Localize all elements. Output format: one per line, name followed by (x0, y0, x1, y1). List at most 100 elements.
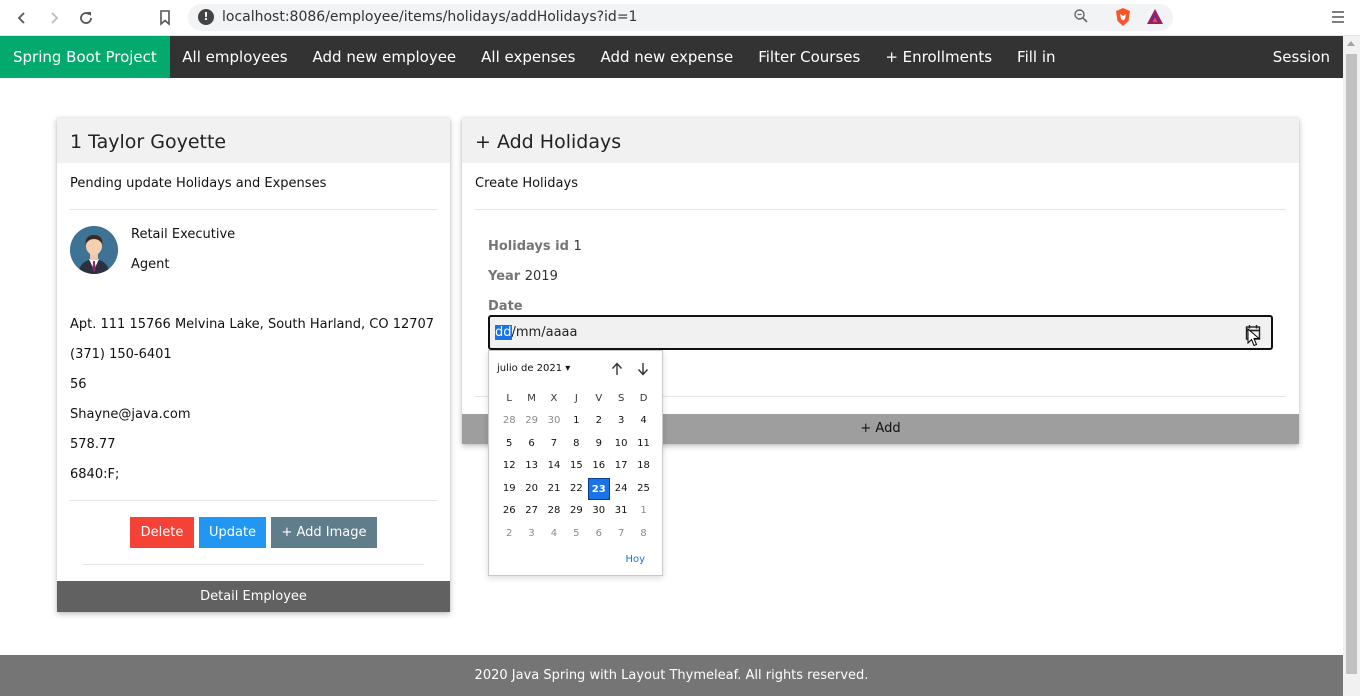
holidays-id-label: Holidays id (488, 239, 569, 254)
weekday-header: D (639, 393, 648, 404)
calendar-day[interactable]: 12 (498, 455, 520, 478)
calendar-day[interactable]: 5 (565, 523, 587, 546)
divider (70, 500, 437, 501)
calendar-day[interactable]: 26 (498, 500, 520, 523)
top-navbar: Spring Boot Project All employees Add ne… (0, 36, 1343, 78)
year-value: 2019 (524, 269, 558, 284)
brand-link[interactable]: Spring Boot Project (0, 36, 170, 78)
scroll-thumb[interactable] (1346, 54, 1357, 674)
nav-all-employees[interactable]: All employees (170, 36, 300, 78)
weekday-header: V (595, 393, 603, 404)
employee-job: Agent (131, 257, 170, 272)
brave-shield-icon[interactable] (1113, 7, 1133, 27)
date-day-segment[interactable]: dd (495, 325, 512, 340)
holidays-subtitle: Create Holidays (475, 176, 578, 191)
calendar-day[interactable]: 30 (543, 410, 565, 433)
calendar-day[interactable]: 28 (498, 410, 520, 433)
nav-enrollments[interactable]: + Enrollments (873, 36, 1005, 78)
calendar-day[interactable]: 9 (588, 433, 610, 456)
calendar-day[interactable]: 30 (588, 500, 610, 523)
calendar-day[interactable]: 28 (543, 500, 565, 523)
add-image-button[interactable]: + Add Image (271, 517, 377, 548)
calendar-day[interactable]: 16 (588, 455, 610, 478)
nav-fill-in[interactable]: Fill in (1005, 36, 1068, 78)
next-month-icon[interactable] (636, 361, 650, 377)
employee-subtitle: Pending update Holidays and Expenses (70, 176, 327, 191)
date-input-text[interactable]: dd/mm/aaaa (495, 325, 577, 340)
calendar-day[interactable]: 14 (543, 455, 565, 478)
today-button[interactable]: Hoy (625, 554, 645, 565)
nav-all-expenses[interactable]: All expenses (469, 36, 588, 78)
calendar-day[interactable]: 27 (520, 500, 542, 523)
menu-icon[interactable] (1330, 8, 1346, 26)
calendar-day[interactable]: 8 (632, 523, 654, 546)
calendar-day[interactable]: 3 (610, 410, 632, 433)
calendar-day[interactable]: 11 (632, 433, 654, 456)
url-text: localhost:8086/employee/items/holidays/a… (222, 9, 638, 25)
employee-phone: (371) 150-6401 (70, 347, 172, 362)
calendar-day[interactable]: 8 (565, 433, 587, 456)
weekday-header: S (617, 393, 625, 404)
employee-salary: 578.77 (70, 437, 116, 452)
calendar-day[interactable]: 5 (498, 433, 520, 456)
month-year-selector[interactable]: julio de 2021 ▾ (497, 363, 570, 374)
nav-filter-courses[interactable]: Filter Courses (746, 36, 873, 78)
calendar-day[interactable]: 21 (543, 478, 565, 501)
calendar-day[interactable]: 18 (632, 455, 654, 478)
calendar-day[interactable]: 4 (632, 410, 654, 433)
calendar-day[interactable]: 6 (588, 523, 610, 546)
previous-month-icon[interactable] (610, 361, 624, 377)
calendar-day[interactable]: 29 (520, 410, 542, 433)
calendar-day[interactable]: 25 (632, 478, 654, 501)
calendar-day[interactable]: 4 (543, 523, 565, 546)
calendar-day[interactable]: 31 (610, 500, 632, 523)
weekday-header: X (550, 393, 558, 404)
calendar-day[interactable]: 2 (588, 410, 610, 433)
detail-employee-button[interactable]: Detail Employee (57, 581, 450, 612)
nav-add-expense[interactable]: Add new expense (588, 36, 746, 78)
delete-button[interactable]: Delete (130, 517, 194, 548)
nav-session[interactable]: Session (1273, 36, 1330, 78)
calendar-day[interactable]: 15 (565, 455, 587, 478)
date-rest-segment[interactable]: /mm/aaaa (512, 325, 578, 340)
holidays-id-field: Holidays id 1 (488, 239, 582, 254)
calendar-day[interactable]: 29 (565, 500, 587, 523)
weekday-header: L (506, 393, 512, 404)
calendar-day[interactable]: 3 (520, 523, 542, 546)
date-input[interactable]: dd/mm/aaaa (488, 315, 1273, 350)
year-field: Year 2019 (488, 269, 558, 284)
bookmark-icon[interactable] (154, 7, 176, 29)
zoom-icon[interactable] (1073, 8, 1091, 26)
scroll-up-icon[interactable] (1347, 41, 1355, 46)
calendar-day[interactable]: 17 (610, 455, 632, 478)
divider (475, 209, 1286, 210)
calendar-day[interactable]: 10 (610, 433, 632, 456)
calendar-day-selected[interactable]: 23 (587, 477, 610, 500)
calendar-day[interactable]: 1 (565, 410, 587, 433)
calendar-day[interactable]: 7 (543, 433, 565, 456)
back-icon[interactable] (11, 7, 33, 29)
rewards-icon[interactable] (1145, 7, 1165, 27)
calendar-day[interactable]: 22 (565, 478, 587, 501)
nav-add-employee[interactable]: Add new employee (300, 36, 469, 78)
date-label: Date (488, 299, 523, 314)
calendar-day[interactable]: 1 (632, 500, 654, 523)
holidays-id-value: 1 (573, 239, 582, 254)
calendar-day[interactable]: 6 (520, 433, 542, 456)
calendar-day[interactable]: 7 (610, 523, 632, 546)
date-picker-popup: julio de 2021 ▾ L M X J V S D 28 29 30 1 2 3 4 5 6 7 8 9 10… (488, 350, 663, 576)
info-icon[interactable]: ! (198, 9, 214, 25)
calendar-day[interactable]: 13 (520, 455, 542, 478)
calendar-day[interactable]: 19 (498, 478, 520, 501)
calendar-day[interactable]: 20 (520, 478, 542, 501)
address-bar[interactable]: ! localhost:8086/employee/items/holidays… (188, 4, 1173, 31)
page-scrollbar[interactable] (1343, 36, 1360, 696)
weekday-header: M (527, 393, 536, 404)
calendar-day[interactable]: 2 (498, 523, 520, 546)
year-label: Year (488, 269, 521, 284)
update-button[interactable]: Update (199, 517, 266, 548)
calendar-day[interactable]: 24 (610, 478, 632, 501)
reload-icon[interactable] (75, 7, 97, 29)
avatar (70, 226, 118, 274)
forward-icon[interactable] (43, 7, 65, 29)
